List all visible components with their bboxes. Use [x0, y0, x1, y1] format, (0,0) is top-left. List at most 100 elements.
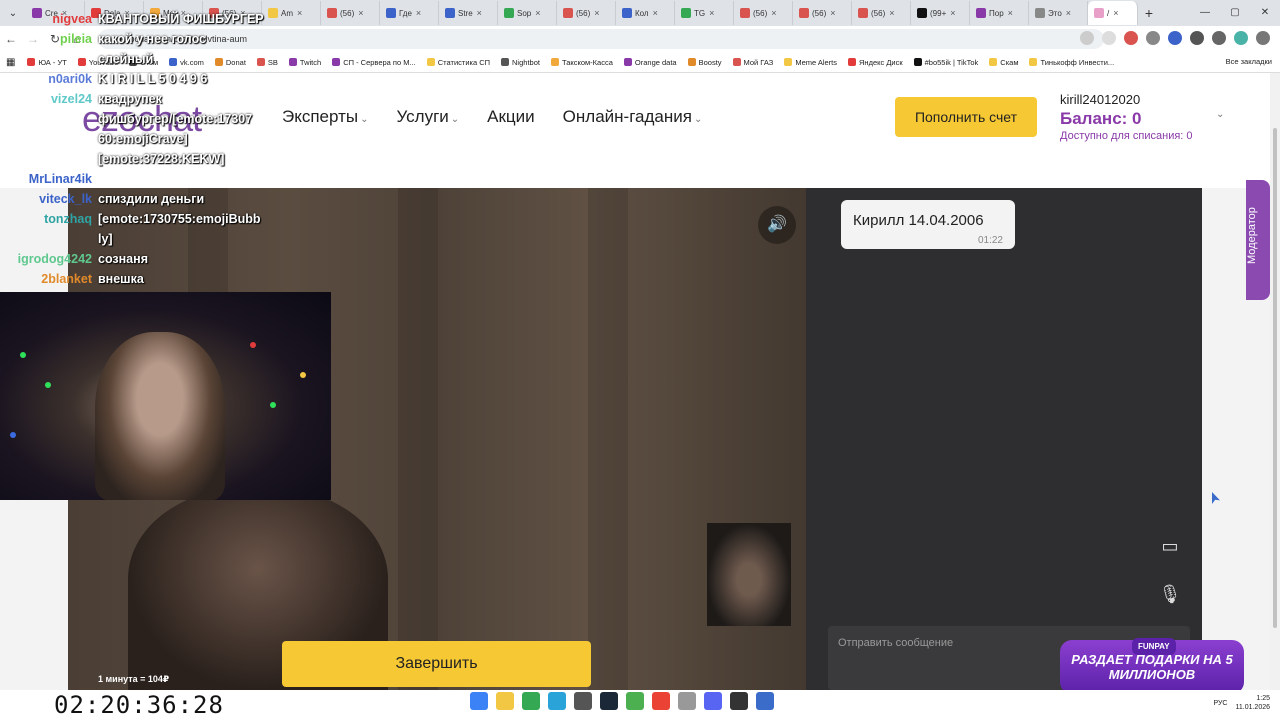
minecraft-icon[interactable]: [626, 692, 644, 710]
stream-chat-line: 2blanket внешка: [0, 272, 144, 286]
new-tab-button[interactable]: +: [1138, 5, 1160, 21]
garland-light: [45, 382, 51, 388]
extensions-puzzle-icon[interactable]: [1190, 31, 1204, 45]
bookmark-label: Orange data: [634, 57, 677, 67]
bookmark-item[interactable]: Мой ГАЗ: [732, 58, 773, 67]
bookmark-item[interactable]: Nightbot: [501, 58, 540, 67]
language-indicator[interactable]: РУС: [1213, 700, 1227, 707]
tab-close-icon[interactable]: ×: [594, 8, 599, 18]
page-scrollbar[interactable]: [1270, 73, 1280, 690]
steam-icon[interactable]: [600, 692, 618, 710]
stream-chat-line: MrLinar4ik: [0, 172, 98, 186]
tab-label: (99+: [930, 8, 947, 18]
tab-close-icon[interactable]: ×: [1066, 8, 1071, 18]
extension-icon[interactable]: [1124, 31, 1138, 45]
garland-light: [300, 372, 306, 378]
stream-chat-line: фишбургер/[emote:17307: [0, 112, 252, 126]
browser-tab[interactable]: / ×: [1088, 1, 1138, 25]
bookmark-item[interactable]: Orange data: [623, 57, 677, 67]
obs-icon[interactable]: [574, 692, 592, 710]
star-icon[interactable]: [1102, 31, 1116, 45]
browser-tab[interactable]: Где ×: [380, 1, 439, 25]
chat-text: КВАНТОВЫЙ ФИШБУРГЕР: [98, 12, 264, 26]
browser-icon[interactable]: [652, 692, 670, 710]
nav-item[interactable]: Акции: [487, 107, 535, 127]
username: kirill24012020: [1060, 92, 1141, 107]
stream-chat-line: vizel24 квадрупек: [0, 92, 162, 106]
chevron-down-icon[interactable]: ⌄: [1216, 109, 1224, 120]
tab-close-icon[interactable]: ×: [1008, 8, 1013, 18]
stream-chat-line: viteck_lk спиздили деньги: [0, 192, 204, 206]
minimize-button[interactable]: —: [1190, 0, 1220, 26]
browser-tab[interactable]: Пор ×: [970, 1, 1029, 25]
tab-label: (56): [871, 8, 886, 18]
browser-tab[interactable]: Это ×: [1029, 1, 1088, 25]
tab-close-icon[interactable]: ×: [950, 8, 955, 18]
tab-close-icon[interactable]: ×: [889, 8, 894, 18]
zoom-icon[interactable]: [1080, 31, 1094, 45]
tab-favicon-icon: [917, 8, 927, 18]
discord-icon[interactable]: [704, 692, 722, 710]
telegram-icon[interactable]: [548, 692, 566, 710]
chrome-icon[interactable]: [522, 692, 540, 710]
browser-tab[interactable]: (56) ×: [793, 1, 852, 25]
tab-close-icon[interactable]: ×: [1113, 8, 1118, 18]
window-controls: — ▢ ✕: [1190, 0, 1280, 26]
browser-tab[interactable]: (99+ ×: [911, 1, 970, 25]
topup-button[interactable]: Пополнить счет: [895, 97, 1037, 137]
extension-icon[interactable]: [1146, 31, 1160, 45]
tab-close-icon[interactable]: ×: [830, 8, 835, 18]
chat-username: nigvea: [52, 12, 92, 26]
nav-item[interactable]: Онлайн-гадания ⌄: [563, 107, 703, 127]
tab-close-icon[interactable]: ×: [477, 8, 482, 18]
tab-close-icon[interactable]: ×: [653, 8, 658, 18]
browser-tab[interactable]: TG ×: [675, 1, 734, 25]
camera-toggle-icon[interactable]: ▭: [1152, 528, 1188, 564]
bookmark-item[interactable]: Скам: [989, 58, 1018, 67]
bookmark-item[interactable]: Яндекс Диск: [848, 58, 903, 67]
bookmark-item[interactable]: СП - Сервера по М...: [332, 58, 416, 67]
browser-tab[interactable]: Кол ×: [616, 1, 675, 25]
bookmark-label: #bo55ik | TikTok: [924, 57, 979, 67]
chat-text: ly]: [98, 232, 113, 246]
start-icon[interactable]: [470, 692, 488, 710]
app-icon[interactable]: [756, 692, 774, 710]
moderator-tab[interactable]: Модератор: [1246, 180, 1270, 300]
bookmark-item[interactable]: #bo55ik | TikTok: [913, 57, 979, 67]
speaker-icon[interactable]: 🔊: [758, 206, 796, 244]
app-icon[interactable]: [730, 692, 748, 710]
chat-text: K I R I L L 5 0 4 9 6: [98, 72, 208, 86]
bookmark-item[interactable]: Meme Alerts: [784, 58, 837, 67]
browser-tab[interactable]: (56) ×: [734, 1, 793, 25]
tab-close-icon[interactable]: ×: [358, 8, 363, 18]
microphone-icon[interactable]: 🎙: [1152, 576, 1188, 612]
xbox-icon[interactable]: [678, 692, 696, 710]
end-call-button[interactable]: Завершить: [282, 641, 591, 687]
maximize-button[interactable]: ▢: [1220, 0, 1250, 26]
file-explorer-icon[interactable]: [496, 692, 514, 710]
bookmark-item[interactable]: Тинькофф Инвести...: [1029, 58, 1114, 67]
bookmark-item[interactable]: Статистика СП: [426, 58, 490, 67]
tab-close-icon[interactable]: ×: [535, 8, 540, 18]
system-clock[interactable]: 1:25 11.01.2026: [1235, 694, 1270, 712]
promo-banner[interactable]: FUNPAY РАЗДАЕТ ПОДАРКИ НА 5 МИЛЛИОНОВ: [1060, 638, 1244, 694]
tab-close-icon[interactable]: ×: [709, 8, 714, 18]
media-icon[interactable]: [1212, 31, 1226, 45]
bookmark-item[interactable]: Такском-Касса: [550, 58, 613, 67]
browser-tab[interactable]: (56) ×: [321, 1, 380, 25]
kebab-menu-icon[interactable]: [1256, 31, 1270, 45]
browser-tab[interactable]: Stre ×: [439, 1, 498, 25]
nav-item[interactable]: Услуги ⌄: [396, 107, 459, 127]
all-bookmarks-button[interactable]: Все закладки: [1226, 57, 1272, 66]
tab-close-icon[interactable]: ×: [771, 8, 776, 18]
profile-avatar[interactable]: [1234, 31, 1248, 45]
browser-tab[interactable]: (56) ×: [852, 1, 911, 25]
close-window-button[interactable]: ✕: [1250, 0, 1280, 26]
browser-tab[interactable]: (56) ×: [557, 1, 616, 25]
chat-text: 60:emojiCrave]: [98, 132, 188, 146]
tab-close-icon[interactable]: ×: [416, 8, 421, 18]
extension-icon[interactable]: [1168, 31, 1182, 45]
scrollbar-thumb[interactable]: [1273, 128, 1277, 628]
browser-tab[interactable]: Sop ×: [498, 1, 557, 25]
bookmark-item[interactable]: Boosty: [687, 58, 722, 67]
